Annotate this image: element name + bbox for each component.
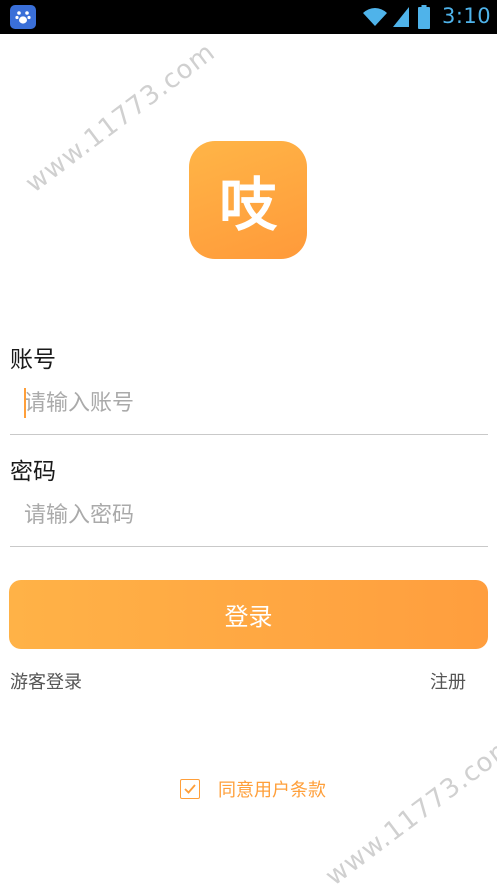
app-logo: 吱 — [189, 141, 307, 259]
status-time: 3:10 — [442, 4, 492, 28]
password-label: 密码 — [10, 459, 56, 485]
text-cursor — [24, 388, 26, 418]
account-divider — [10, 434, 488, 435]
password-divider — [10, 546, 488, 547]
guest-login-link[interactable]: 游客登录 — [10, 668, 82, 694]
app-logo-glyph: 吱 — [218, 171, 277, 239]
status-bar: 3:10 — [0, 0, 497, 34]
wifi-icon — [363, 8, 387, 26]
account-label: 账号 — [10, 347, 56, 373]
login-button[interactable]: 登录 — [9, 580, 488, 649]
agreement-text[interactable]: 同意用户条款 — [218, 776, 326, 802]
battery-icon — [418, 5, 430, 29]
agreement-checkbox[interactable] — [180, 779, 200, 799]
watermark-bottom: www.11773.com — [320, 730, 497, 884]
register-link[interactable]: 注册 — [430, 668, 466, 694]
account-input[interactable] — [24, 385, 484, 421]
baidu-paw-icon — [10, 5, 36, 29]
password-input[interactable] — [24, 497, 484, 533]
signal-icon — [393, 7, 409, 27]
checkmark-icon — [184, 784, 196, 794]
